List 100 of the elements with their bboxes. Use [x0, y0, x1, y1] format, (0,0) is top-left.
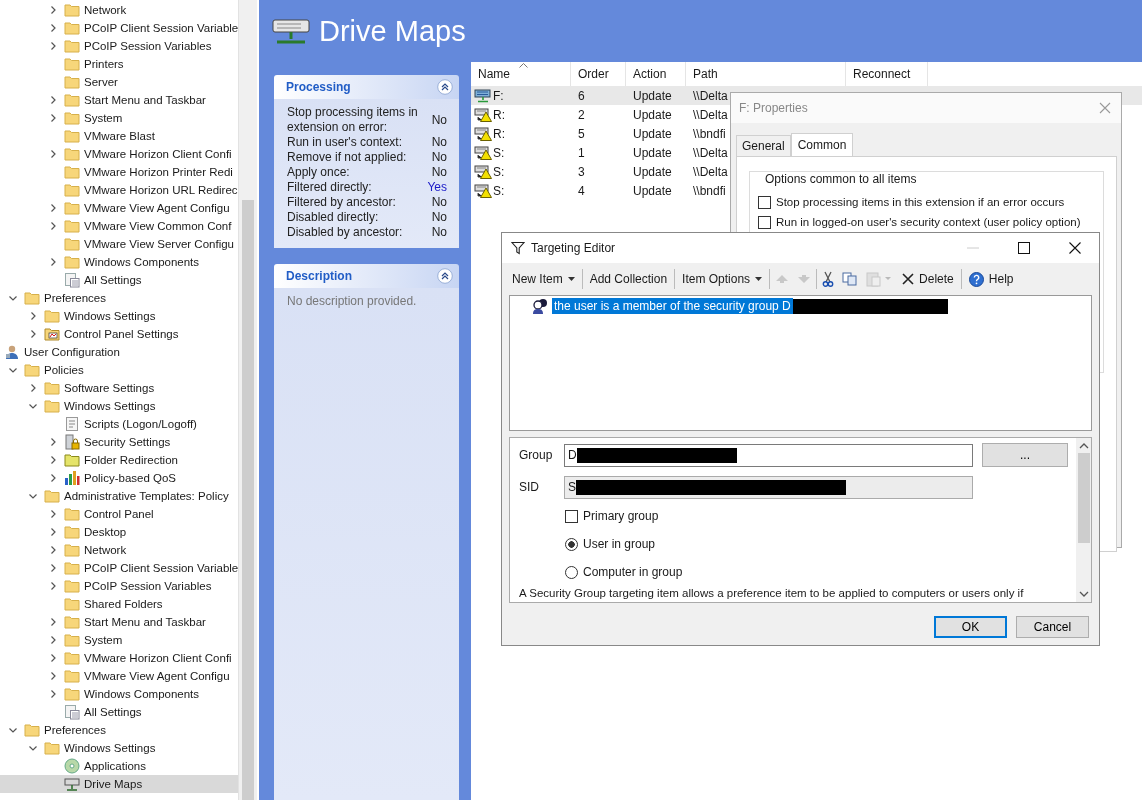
page-title: Drive Maps: [319, 14, 466, 48]
option-label: Run in logged-on user's security context (user policy option): [776, 216, 1081, 228]
column-label: Name: [478, 67, 510, 81]
tree-label: Preferences: [44, 292, 106, 304]
tree-label: System: [84, 634, 123, 646]
tree-label: Applications: [84, 760, 146, 772]
tree-label: Start Menu and Taskbar: [84, 616, 206, 628]
tree-label: Folder Redirection: [84, 454, 178, 466]
option-label: Primary group: [583, 509, 659, 523]
table-cell: 4: [578, 183, 585, 198]
panel-title: Description: [286, 269, 352, 283]
table-cell: \\bndfi: [693, 183, 726, 198]
setting-label: Remove if not applied:: [287, 150, 407, 165]
tree-label: Security Settings: [84, 436, 171, 448]
setting-label: Disabled directly:: [287, 210, 379, 225]
tree-label: Administrative Templates: Policy: [64, 490, 229, 502]
column-label: Action: [633, 67, 667, 81]
tree-label: Start Menu and Taskbar: [84, 94, 206, 106]
setting-label: Apply once:: [287, 165, 350, 180]
setting-value: No: [431, 210, 447, 225]
tree-label: Scripts (Logon/Logoff): [84, 418, 197, 430]
tree-label: PCoIP Client Session Variable: [84, 22, 238, 34]
setting-value: No: [431, 195, 447, 210]
table-cell: \\Delta: [693, 164, 728, 179]
tree-label: Policies: [44, 364, 84, 376]
option-label: Computer in group: [583, 565, 683, 579]
tree-label: Software Settings: [64, 382, 155, 394]
table-cell: Update: [633, 164, 672, 179]
tree-label: Drive Maps: [84, 778, 143, 790]
tree-label: Control Panel Settings: [64, 328, 179, 340]
tree-label: Windows Settings: [64, 742, 156, 754]
setting-label: Run in user's context:: [287, 135, 402, 150]
tree-label: VMware View Common Conf: [84, 220, 232, 232]
tree-label: VMware Horizon Client Confi: [84, 148, 232, 160]
tree-label: Shared Folders: [84, 598, 163, 610]
tree-label: VMware Horizon Client Confi: [84, 652, 232, 664]
table-cell: F:: [493, 88, 504, 103]
option-label: User in group: [583, 537, 656, 551]
setting-label: Disabled by ancestor:: [287, 225, 403, 240]
table-cell: Update: [633, 145, 672, 160]
table-cell: \\Delta: [693, 107, 728, 122]
option-label: Stop processing items in this extension if an error occurs: [776, 196, 1065, 208]
table-cell: 5: [578, 126, 585, 141]
table-cell: R:: [493, 126, 505, 141]
table-cell: Update: [633, 107, 672, 122]
column-label: Order: [578, 67, 609, 81]
field-label: Group: [519, 448, 554, 462]
window-title: F: Properties: [739, 101, 808, 115]
table-cell: Update: [633, 88, 672, 103]
table-cell: \\Delta: [693, 145, 728, 160]
table-cell: 2: [578, 107, 585, 122]
setting-value: No: [431, 225, 447, 240]
help-text: A Security Group targeting item allows a preference item to be applied to computers or users only if: [519, 587, 1025, 599]
tree-label: PCoIP Session Variables: [84, 40, 212, 52]
setting-label: Filtered directly:: [287, 180, 372, 195]
table-cell: Update: [633, 183, 672, 198]
tree-label: Windows Components: [84, 688, 200, 700]
setting-value: Yes: [427, 180, 447, 195]
tree-label: PCoIP Client Session Variable: [84, 562, 238, 574]
tree-label: VMware Blast: [84, 130, 155, 142]
table-cell: R:: [493, 107, 505, 122]
tree-label: Preferences: [44, 724, 106, 736]
tree-label: Windows Settings: [64, 400, 156, 412]
tree-label: VMware Horizon Printer Redi: [84, 166, 233, 178]
tree-label: Desktop: [84, 526, 127, 538]
tree-label: All Settings: [84, 274, 142, 286]
tree-label: Windows Components: [84, 256, 200, 268]
tree-label: VMware View Agent Configu: [84, 670, 230, 682]
tree-label: VMware Horizon URL Redirec: [84, 184, 238, 196]
table-cell: Update: [633, 126, 672, 141]
table-cell: \\Delta: [693, 88, 728, 103]
table-cell: \\bndfi: [693, 126, 726, 141]
tree-label: Windows Settings: [64, 310, 156, 322]
field-label: SID: [519, 480, 540, 494]
tree-label: Server: [84, 76, 118, 88]
panel-title: Processing: [286, 80, 351, 94]
tree-label: VMware View Agent Configu: [84, 202, 230, 214]
description-text: No description provided.: [287, 294, 418, 308]
table-cell: S:: [493, 164, 505, 179]
setting-value: No: [431, 135, 447, 150]
table-cell: 3: [578, 164, 585, 179]
tree-label: PCoIP Session Variables: [84, 580, 212, 592]
tree-label: Printers: [84, 58, 124, 70]
table-cell: 6: [578, 88, 585, 103]
group-label: Options common to all items: [762, 172, 920, 186]
column-label: Path: [693, 67, 718, 81]
tree-label: System: [84, 112, 123, 124]
window-title: Targeting Editor: [531, 241, 616, 255]
setting-label: Filtered by ancestor:: [287, 195, 396, 210]
setting-label: Stop processing items in extension on error:: [287, 105, 419, 135]
tree-label: Policy-based QoS: [84, 472, 177, 484]
tree-label: User Configuration: [24, 346, 120, 358]
tree-label: All Settings: [84, 706, 142, 718]
tree-label: Network: [84, 4, 127, 16]
setting-value: No: [431, 112, 447, 128]
tree-label: VMware View Server Configu: [84, 238, 234, 250]
table-cell: 1: [578, 145, 585, 160]
table-cell: S:: [493, 145, 505, 160]
tree-label: Network: [84, 544, 127, 556]
column-label: Reconnect: [853, 67, 911, 81]
